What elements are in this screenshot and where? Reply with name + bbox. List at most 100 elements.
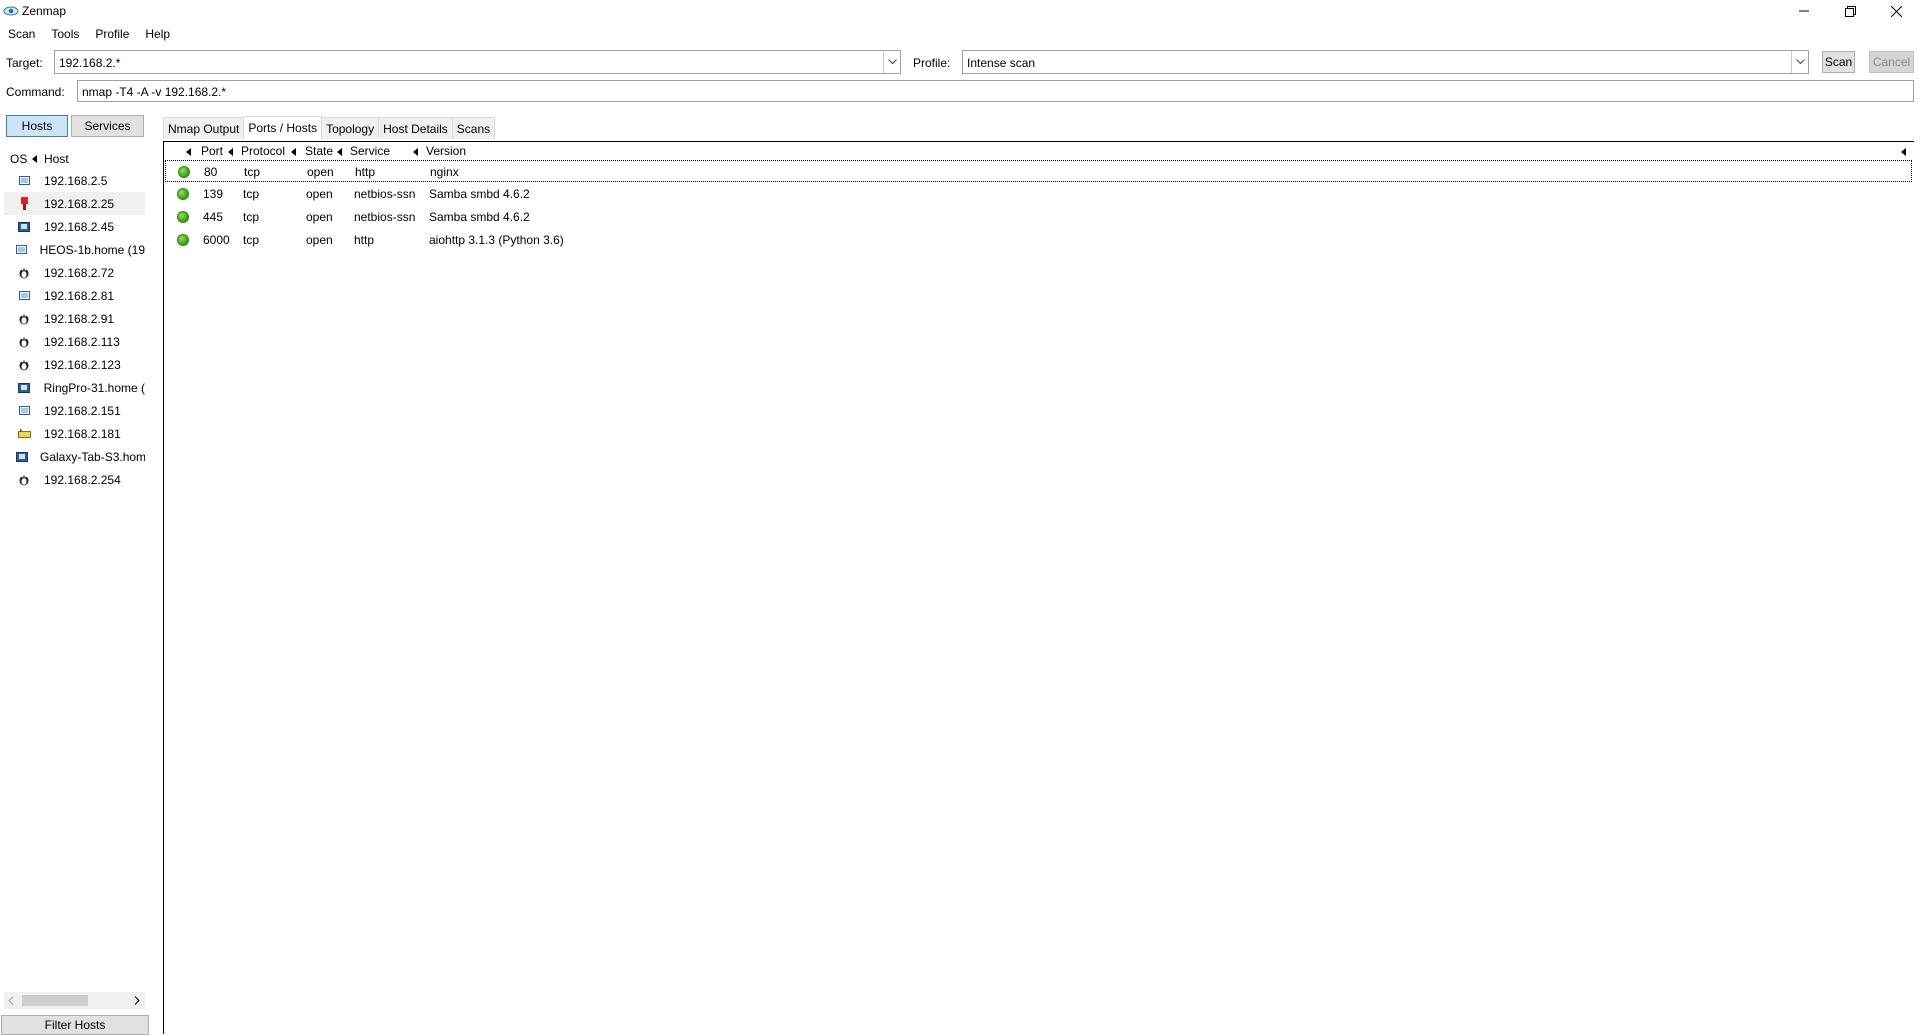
host-name: 192.168.2.72 bbox=[44, 265, 115, 280]
port-table-row[interactable]: 80 tcp open http nginx bbox=[165, 160, 1912, 182]
open-status-icon bbox=[177, 234, 189, 246]
minimize-button[interactable] bbox=[1781, 0, 1827, 22]
tab-topology[interactable]: Topology bbox=[321, 117, 380, 139]
services-toggle-button[interactable]: Services bbox=[71, 115, 144, 137]
scrollbar-thumb[interactable] bbox=[22, 995, 88, 1006]
host-list-item[interactable]: RingPro-31.home ( bbox=[4, 376, 145, 399]
windows-icon bbox=[16, 404, 32, 418]
sort-arrow-icon bbox=[186, 148, 191, 156]
host-list-item[interactable]: 192.168.2.81 bbox=[4, 284, 145, 307]
generic-device-icon bbox=[16, 450, 28, 464]
profile-label: Profile: bbox=[913, 56, 951, 70]
host-list-item[interactable]: 192.168.2.45 bbox=[4, 215, 145, 238]
host-name: HEOS-1b.home (19 bbox=[39, 242, 145, 257]
port-table-row[interactable]: 139 tcp open netbios-ssn Samba smbd 4.6.2 bbox=[165, 183, 1912, 205]
host-name: 192.168.2.113 bbox=[44, 334, 120, 349]
host-list-scrollbar[interactable] bbox=[4, 992, 145, 1009]
profile-dropdown-button[interactable] bbox=[1791, 51, 1808, 73]
cell-port: 445 bbox=[203, 210, 224, 224]
cell-version: Samba smbd 4.6.2 bbox=[429, 187, 530, 201]
ports-table: Port Protocol State Service Version 80 tc… bbox=[163, 141, 1914, 1034]
host-list-item[interactable]: Galaxy-Tab-S3.hom bbox=[4, 445, 145, 468]
tab-nmap-output[interactable]: Nmap Output bbox=[163, 117, 245, 139]
linux-icon bbox=[16, 358, 32, 372]
tab-scans[interactable]: Scans bbox=[451, 117, 496, 139]
scroll-right-icon[interactable] bbox=[134, 996, 140, 1005]
cell-state: open bbox=[306, 210, 333, 224]
host-list-item[interactable]: 192.168.2.181 bbox=[4, 422, 145, 445]
host-name: 192.168.2.5 bbox=[44, 173, 108, 188]
target-label: Target: bbox=[6, 56, 43, 70]
host-list-item[interactable]: 192.168.2.5 bbox=[4, 169, 145, 192]
cancel-button[interactable]: Cancel bbox=[1869, 51, 1914, 73]
minimize-icon bbox=[1799, 10, 1809, 12]
host-list-item[interactable]: 192.168.2.113 bbox=[4, 330, 145, 353]
host-list-item[interactable]: 192.168.2.25 bbox=[4, 192, 145, 215]
column-port[interactable]: Port bbox=[201, 144, 223, 158]
host-name: 192.168.2.81 bbox=[44, 288, 115, 303]
host-name: 192.168.2.254 bbox=[44, 472, 121, 487]
windows-icon bbox=[16, 174, 32, 188]
host-list-item[interactable]: 192.168.2.72 bbox=[4, 261, 145, 284]
cell-version: Samba smbd 4.6.2 bbox=[429, 210, 530, 224]
windows-icon bbox=[16, 243, 28, 257]
chevron-down-icon bbox=[887, 59, 897, 65]
cell-service: netbios-ssn bbox=[354, 187, 416, 201]
windows-icon bbox=[16, 289, 32, 303]
tab-ports-hosts[interactable]: Ports / Hosts bbox=[243, 116, 323, 139]
host-list-item[interactable]: 192.168.2.123 bbox=[4, 353, 145, 376]
scroll-left-icon[interactable] bbox=[8, 996, 14, 1005]
linux-icon bbox=[16, 473, 32, 487]
scan-button[interactable]: Scan bbox=[1822, 51, 1855, 73]
cell-state: open bbox=[306, 233, 333, 247]
host-list-item[interactable]: HEOS-1b.home (19 bbox=[4, 238, 145, 261]
host-list-item[interactable]: 192.168.2.91 bbox=[4, 307, 145, 330]
host-name: 192.168.2.25 bbox=[44, 196, 115, 211]
cell-protocol: tcp bbox=[243, 210, 260, 224]
host-list-item[interactable]: 192.168.2.151 bbox=[4, 399, 145, 422]
profile-combobox[interactable]: Intense scan bbox=[962, 50, 1809, 74]
menu-scan[interactable]: Scan bbox=[0, 24, 43, 44]
zenmap-eye-icon bbox=[3, 6, 19, 16]
linux-icon bbox=[16, 335, 32, 349]
host-name: 192.168.2.123 bbox=[44, 357, 121, 372]
hosts-toggle-button[interactable]: Hosts bbox=[6, 115, 68, 137]
command-input[interactable]: nmap -T4 -A -v 192.168.2.* bbox=[77, 80, 1914, 102]
cell-protocol: tcp bbox=[244, 165, 261, 179]
host-name: 192.168.2.91 bbox=[44, 311, 115, 326]
menu-help[interactable]: Help bbox=[137, 24, 178, 44]
host-column-header[interactable]: Host bbox=[44, 152, 69, 166]
generic-device-icon bbox=[16, 381, 32, 395]
open-status-icon bbox=[177, 211, 189, 223]
os-column-header[interactable]: OS bbox=[10, 152, 27, 166]
port-table-row[interactable]: 445 tcp open netbios-ssn Samba smbd 4.6.2 bbox=[165, 206, 1912, 228]
close-icon bbox=[1890, 5, 1902, 17]
target-combobox[interactable]: 192.168.2.* bbox=[54, 50, 901, 74]
column-protocol[interactable]: Protocol bbox=[241, 144, 285, 158]
menu-profile[interactable]: Profile bbox=[87, 24, 137, 44]
host-name: RingPro-31.home ( bbox=[43, 380, 145, 395]
cell-service: netbios-ssn bbox=[354, 210, 416, 224]
column-version[interactable]: Version bbox=[426, 144, 466, 158]
tab-host-details[interactable]: Host Details bbox=[378, 117, 453, 139]
column-overflow-arrow-icon[interactable] bbox=[1901, 148, 1906, 156]
host-list[interactable]: OS Host 192.168.2.5 192.168.2.25 192.168.2… bbox=[4, 147, 145, 992]
title-bar: Zenmap bbox=[0, 0, 1920, 24]
filter-hosts-button[interactable]: Filter Hosts bbox=[1, 1015, 149, 1035]
port-table-row[interactable]: 6000 tcp open http aiohttp 3.1.3 (Python 3.6… bbox=[165, 229, 1912, 251]
cell-service: http bbox=[354, 233, 375, 247]
tab-bar: Nmap Output Ports / Hosts Topology Host … bbox=[163, 116, 496, 139]
restore-button[interactable] bbox=[1827, 0, 1873, 22]
menu-tools[interactable]: Tools bbox=[43, 24, 87, 44]
command-label: Command: bbox=[6, 85, 65, 99]
cell-protocol: tcp bbox=[243, 187, 260, 201]
cell-version: aiohttp 3.1.3 (Python 3.6) bbox=[429, 233, 564, 247]
column-service[interactable]: Service bbox=[350, 144, 390, 158]
command-value: nmap -T4 -A -v 192.168.2.* bbox=[82, 85, 227, 99]
close-button[interactable] bbox=[1873, 0, 1919, 22]
restore-icon bbox=[1844, 5, 1856, 17]
linux-icon bbox=[16, 266, 32, 280]
host-list-item[interactable]: 192.168.2.254 bbox=[4, 468, 145, 491]
target-dropdown-button[interactable] bbox=[883, 51, 900, 73]
column-state[interactable]: State bbox=[305, 144, 333, 158]
